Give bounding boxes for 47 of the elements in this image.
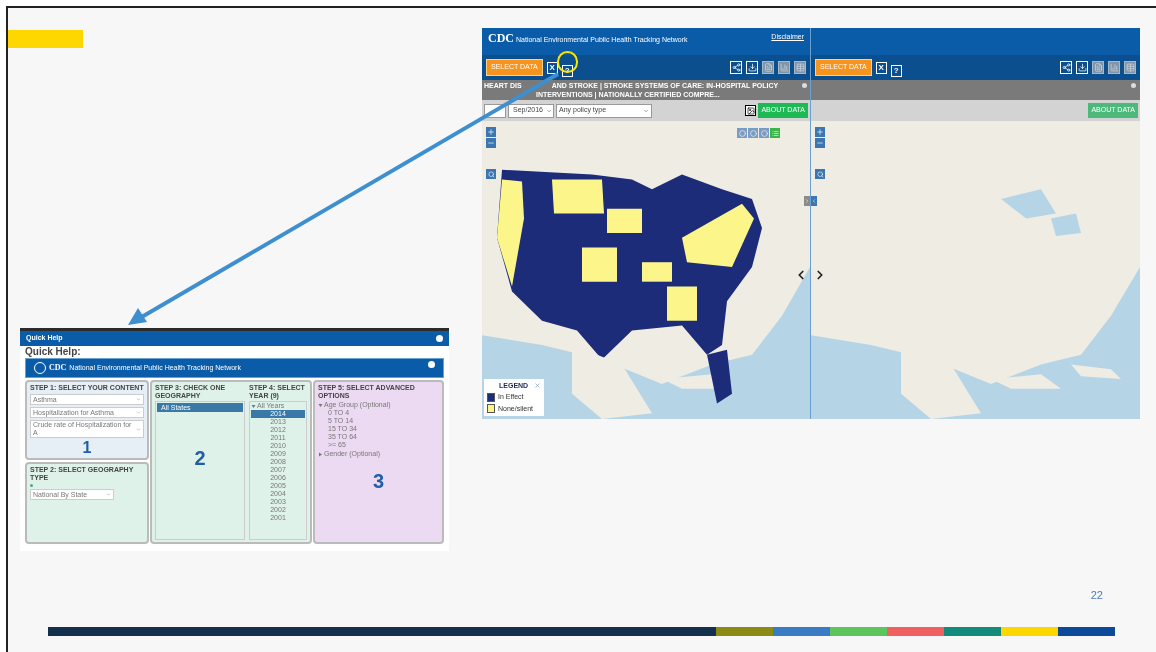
close-icon[interactable] bbox=[436, 335, 443, 342]
caret-icon[interactable] bbox=[318, 402, 323, 408]
info-icon bbox=[1131, 83, 1136, 88]
close-icon[interactable] bbox=[428, 361, 435, 368]
step-number: 1 bbox=[82, 440, 92, 456]
step-number: 2 bbox=[194, 448, 206, 468]
cdc-logo: CDC bbox=[49, 362, 67, 374]
expand-tab[interactable] bbox=[811, 196, 817, 206]
cdc-logo: CDC bbox=[488, 32, 514, 44]
help-button[interactable]: ? bbox=[890, 64, 902, 77]
export-icon[interactable] bbox=[745, 105, 757, 116]
help-button[interactable]: ? bbox=[561, 64, 573, 77]
minus-icon bbox=[487, 139, 495, 147]
search-icon bbox=[487, 170, 495, 178]
chevron-down-icon bbox=[136, 426, 141, 432]
chevron-down-icon bbox=[106, 492, 111, 497]
search-button[interactable] bbox=[815, 169, 825, 179]
zoom-out-button[interactable] bbox=[815, 138, 825, 148]
info-icon bbox=[802, 83, 807, 88]
chevron-down-icon bbox=[136, 410, 141, 415]
step-number: 3 bbox=[372, 471, 385, 491]
zoom-out-button[interactable] bbox=[486, 138, 496, 148]
zoom-in-button[interactable] bbox=[815, 127, 825, 137]
zoom-in-button[interactable] bbox=[486, 127, 496, 137]
plus-icon bbox=[487, 128, 495, 136]
clear-button[interactable]: X bbox=[875, 61, 887, 74]
chevron-down-icon bbox=[136, 397, 141, 402]
clear-button[interactable]: X bbox=[546, 61, 558, 74]
collapse-tab[interactable] bbox=[804, 196, 810, 206]
download-icon[interactable] bbox=[746, 61, 758, 74]
list-icon[interactable] bbox=[770, 128, 780, 138]
chevron-down-icon bbox=[546, 107, 552, 114]
page-number: 22 bbox=[1090, 588, 1103, 602]
plus-icon bbox=[816, 128, 824, 136]
caret-icon[interactable] bbox=[318, 451, 323, 457]
layer-icon[interactable] bbox=[748, 128, 758, 138]
share-icon[interactable] bbox=[1060, 61, 1072, 74]
layer-icon[interactable] bbox=[737, 128, 747, 138]
share-icon[interactable] bbox=[730, 61, 742, 74]
minus-icon bbox=[816, 139, 824, 147]
search-button[interactable] bbox=[486, 169, 496, 179]
help-heading: Quick Help: bbox=[25, 346, 82, 358]
search-icon bbox=[816, 170, 824, 178]
layer-icon[interactable] bbox=[759, 128, 769, 138]
chevron-down-icon bbox=[643, 107, 649, 114]
caret-icon[interactable] bbox=[251, 403, 256, 409]
download-icon[interactable] bbox=[1076, 61, 1088, 74]
